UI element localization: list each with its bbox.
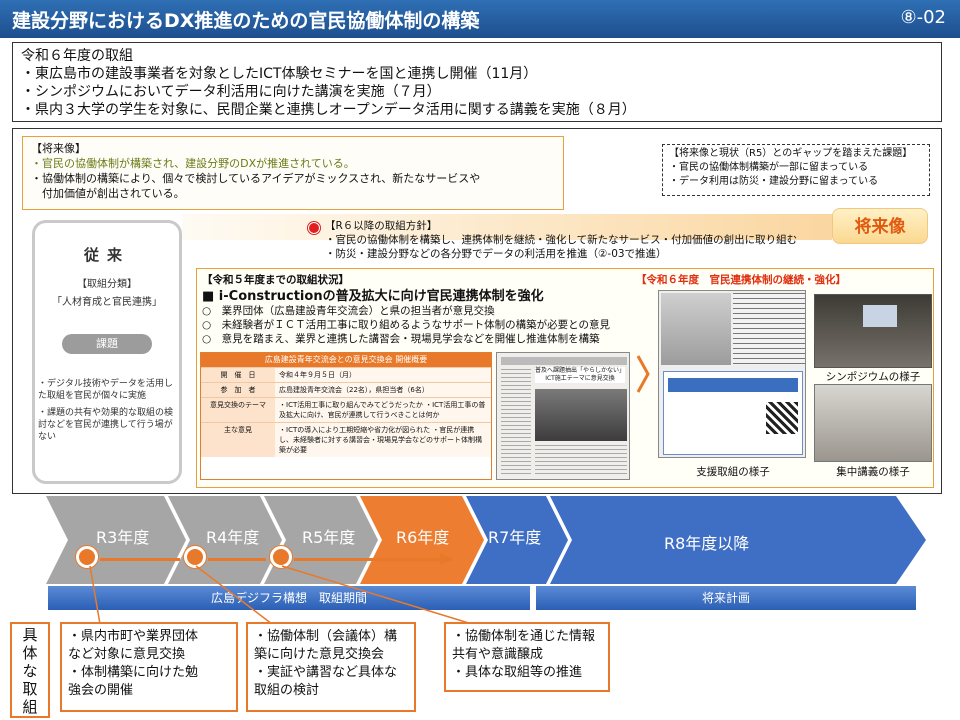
- exchange-table: 広島建設青年交流会との意見交換会 開催概要 開 催 日 令和４年９月５日（月） …: [200, 352, 492, 480]
- newspaper-masthead: [501, 357, 627, 365]
- r6-action-item: ・東広島市の建設事業者を対象としたICT体験セミナーを国と連携し開催（11月）: [21, 66, 538, 82]
- seminar-flyer-image: [663, 371, 803, 455]
- r6-action-item: ・シンポジウムにおいてデータ利活用に向けた講演を実施（７月）: [21, 84, 441, 100]
- newspaper-clipping-image: 普及へ課題抽出「やらしかない」ICT施工テーマに意見交換: [496, 352, 630, 480]
- page-title: 建設分野におけるDX推進のための官民協働体制の構築: [12, 10, 480, 32]
- lecture-caption: 集中講義の様子: [836, 466, 910, 478]
- policy-block: 【R６以降の取組方針】 ・官民の協働体制を構築し、連携体制を継続・強化して新たな…: [325, 219, 797, 261]
- r6-action-item: ・県内３大学の学生を対象に、民間企業と連携しオープンデータ活用に関する講義を実施…: [21, 102, 636, 118]
- gap-item: ・データ利用は防災・建設分野に留まっている: [669, 176, 879, 187]
- newspaper-article-image: [733, 293, 805, 365]
- table-key: 参 加 者: [201, 383, 275, 397]
- issue-pill: 課題: [62, 334, 152, 354]
- concrete-line: 築に向けた意見交換会: [254, 647, 385, 662]
- concrete-actions-label: 具 体 な 取 組: [10, 622, 50, 718]
- concrete-label-char: 体: [22, 644, 38, 662]
- concrete-line: ・体制構築に向けた勉: [68, 665, 199, 680]
- table-key: 意見交換のテーマ: [201, 398, 275, 422]
- concrete-line: ・協働体制（会議体）構: [254, 629, 398, 644]
- lecture-photo: [814, 384, 932, 462]
- support-caption: 支援取組の様子: [696, 466, 770, 478]
- timeline-label: R3年度: [96, 528, 150, 547]
- concrete-line: ・県内市町や業界団体: [68, 629, 199, 644]
- issue-item: ・デジタル技術やデータを活用した取組を官民が個々に実施: [38, 379, 173, 401]
- category-value: 「人材育成と官民連携」: [52, 297, 162, 308]
- table-key: 主な意見: [201, 423, 275, 457]
- table-key: 開 催 日: [201, 368, 275, 382]
- issue-list: ・デジタル技術やデータを活用した取組を官民が個々に実施 ・課題の共有や効果的な取…: [38, 378, 178, 448]
- support-activity-photo: [658, 290, 806, 458]
- vision-heading: 【将来像】: [31, 142, 86, 155]
- policy-item: ・防災・建設分野などの各分野でデータの利活用を推進（②-03で推進）: [325, 248, 667, 260]
- issue-item: ・課題の共有や効果的な取組の検討などを官民が連携して行う場がない: [38, 408, 174, 442]
- timeline-label: R6年度: [396, 528, 450, 547]
- concrete-line: など対象に意見交換: [68, 647, 186, 662]
- table-value: 広島建設青年交流会（22名），県担当者（6名）: [275, 383, 491, 397]
- gap-item: ・官民の協働体制構築が一部に留まっている: [669, 162, 869, 173]
- table-row: 主な意見 ・ICTの導入により工期短縮や省力化が図られた ・官民が連携し、未経験…: [201, 422, 491, 457]
- concrete-label-char: 組: [22, 698, 38, 716]
- r5-body: ■ i-Constructionの普及拡大に向け官民連携体制を強化 ○ 業界団体…: [202, 290, 610, 346]
- concrete-line: 強会の開催: [68, 683, 134, 698]
- r5-item: ○ 未経験者がＩＣＴ活用工事に取り組めるようなサポート体制の構築が必要との意見: [202, 319, 611, 331]
- concrete-label-char: 取: [22, 680, 38, 698]
- r5-item: ○ 意見を踏まえ、業界と連携した講習会・現場見学会などを開催し推進体制を構築: [202, 333, 600, 345]
- vision-box: 【将来像】 ・官民の協働体制が構築され、建設分野のDXが推進されている。 ・協働…: [22, 136, 564, 210]
- policy-heading: 【R６以降の取組方針】: [325, 220, 438, 232]
- concrete-box-r3: ・県内市町や業界団体 など対象に意見交換 ・体制構築に向けた勉 強会の開催: [60, 622, 238, 712]
- gap-issues-box: 【将来像と現状（R5）とのギャップを踏まえた課題】 ・官民の協働体制構築が一部に…: [662, 144, 930, 196]
- page-number: ⑧-02: [900, 7, 946, 28]
- policy-item: ・官民の協働体制を構築し、連携体制を継続・強化して新たなサービス・付加価値の創出…: [325, 234, 798, 246]
- concrete-box-r4: ・協働体制（会議体）構 築に向けた意見交換会 ・実証や講習など具体な 取組の検討: [246, 622, 416, 712]
- qr-code-icon: [766, 402, 798, 434]
- table-value: ・ICT活用工事に取り組んでみてどうだったか ・ICT活用工事の普及拡大に向け、…: [275, 398, 491, 422]
- conventional-title: 従来: [83, 246, 130, 264]
- concrete-label-char: な: [22, 662, 38, 680]
- concrete-line: 取組の検討: [254, 683, 320, 698]
- vision-line: 付加価値が創出されている。: [31, 187, 185, 200]
- concrete-line: ・具体な取組等の推進: [452, 665, 583, 680]
- concrete-box-r5: ・協働体制を通じた情報 共有や意識醸成 ・具体な取組等の推進: [444, 622, 610, 692]
- category-block: 【取組分類】 「人材育成と官民連携」: [32, 276, 182, 312]
- newspaper-text-column: [535, 445, 627, 477]
- gap-heading: 【将来像と現状（R5）とのギャップを踏まえた課題】: [669, 148, 913, 159]
- concrete-label-char: 具: [22, 626, 38, 644]
- concrete-line: 共有や意識醸成: [452, 647, 544, 662]
- table-value: 令和４年９月５日（月）: [275, 368, 491, 382]
- r5-item: ○ 業界団体（広島建設青年交流会）と県の担当者が意見交換: [202, 305, 495, 317]
- future-plan-bar: 将来計画: [536, 586, 916, 610]
- table-row: 意見交換のテーマ ・ICT活用工事に取り組んでみてどうだったか ・ICT活用工事…: [201, 397, 491, 422]
- projector-screen: [863, 305, 897, 327]
- table-value: ・ICTの導入により工期短縮や省力化が図られた ・官民が連携し、未経験者に対する…: [275, 423, 491, 457]
- vision-line: ・協働体制の構築により、個々で検討しているアイデアがミックスされ、新たなサービス…: [31, 172, 481, 185]
- timeline-label: R4年度: [206, 528, 260, 547]
- r5-heading: 【令和５年度までの取組状況】: [202, 274, 349, 286]
- r6-actions-box: 令和６年度の取組 ・東広島市の建設事業者を対象としたICT体験セミナーを国と連携…: [12, 42, 942, 122]
- r6-status-heading: 【令和６年度 官民連携体制の継続・強化】: [636, 274, 846, 286]
- newspaper-headline: 普及へ課題抽出「やらしかない」ICT施工テーマに意見交換: [535, 367, 626, 383]
- concrete-line: ・協働体制を通じた情報: [452, 629, 596, 644]
- newspaper-photo: [535, 389, 627, 441]
- category-label: 【取組分類】: [77, 279, 137, 290]
- symposium-caption: シンポジウムの様子: [825, 371, 921, 383]
- timeline-label: R5年度: [302, 528, 356, 547]
- seminar-photo: [661, 293, 731, 365]
- newspaper-text-column: [501, 369, 531, 477]
- future-badge: 将来像: [832, 208, 928, 244]
- vision-line: ・官民の協働体制が構築され、建設分野のDXが推進されている。: [31, 157, 355, 170]
- r6-actions-heading: 令和６年度の取組: [21, 48, 133, 64]
- timeline-label: R8年度以降: [664, 534, 750, 553]
- connector-lines: [89, 565, 473, 625]
- timeline-label: R7年度: [488, 528, 542, 547]
- symposium-photo: [814, 294, 932, 368]
- policy-bullet-icon: [308, 222, 320, 234]
- table-row: 参 加 者 広島建設青年交流会（22名），県担当者（6名）: [201, 382, 491, 397]
- r5-main-point: ■ i-Constructionの普及拡大に向け官民連携体制を強化: [202, 289, 544, 304]
- flyer-banner: [668, 378, 798, 392]
- table-row: 開 催 日 令和４年９月５日（月）: [201, 367, 491, 382]
- chevron-right-icon: [636, 355, 650, 393]
- exchange-table-title: 広島建設青年交流会との意見交換会 開催概要: [201, 353, 491, 367]
- concrete-line: ・実証や講習など具体な: [254, 665, 398, 680]
